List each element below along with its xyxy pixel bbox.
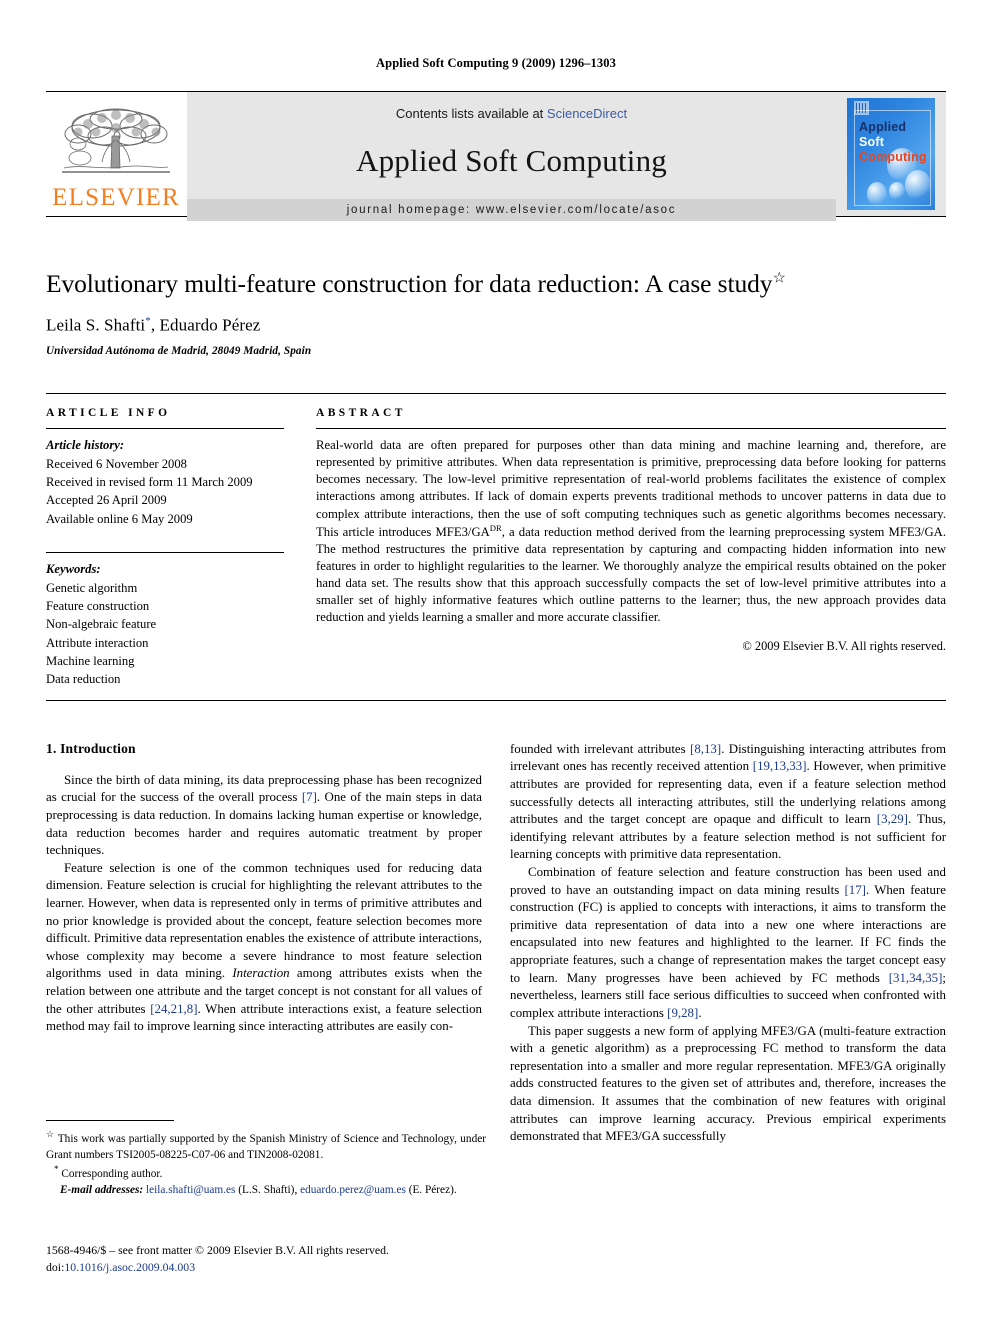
abstract-superscript: DR xyxy=(489,522,502,533)
citation-reference[interactable]: [3,29] xyxy=(877,812,908,826)
keyword-item: Genetic algorithm xyxy=(46,580,138,595)
footnote-emails: E-mail addresses: leila.shafti@uam.es (L… xyxy=(46,1182,486,1198)
paragraph: Since the birth of data mining, its data… xyxy=(46,772,482,860)
citation-reference[interactable]: [8,13] xyxy=(690,742,721,756)
cover-bubble-icon xyxy=(905,170,931,200)
keywords-list: Keywords: Genetic algorithm Feature cons… xyxy=(46,560,284,689)
article-info-label: ARTICLE INFO xyxy=(46,407,171,420)
doi-label: doi: xyxy=(46,1260,65,1275)
citation-reference[interactable]: [17] xyxy=(844,883,865,897)
footnote-grant: ☆ This work was partially supported by t… xyxy=(46,1128,486,1163)
history-item: Received 6 November 2008 xyxy=(46,456,187,471)
footnotes-block: ☆ This work was partially supported by t… xyxy=(46,1120,486,1198)
title-footnote-marker[interactable]: ☆ xyxy=(772,271,785,287)
abstract-paragraph: Real-world data are often prepared for p… xyxy=(316,437,946,626)
article-info-column: ARTICLE INFO Article history: Received 6… xyxy=(46,407,284,689)
page-title: Evolutionary multi-feature construction … xyxy=(46,269,946,300)
email-addresses-label: E-mail addresses: xyxy=(60,1183,144,1196)
text-run: This paper suggests a new form of applyi… xyxy=(510,1023,946,1144)
citation-reference[interactable]: [9,28] xyxy=(667,1006,698,1020)
elsevier-logo: ELSEVIER xyxy=(46,92,186,216)
affiliation: Universidad Autónoma de Madrid, 28049 Ma… xyxy=(46,345,312,358)
imprint-front-matter: 1568-4946/$ – see front matter © 2009 El… xyxy=(46,1243,389,1257)
abstract-body: Real-world data are often prepared for p… xyxy=(316,429,946,655)
masthead-center: Contents lists available at ScienceDirec… xyxy=(186,92,836,221)
running-head: Applied Soft Computing 9 (2009) 1296–130… xyxy=(376,56,616,70)
abstract-column: ABSTRACT Real-world data are often prepa… xyxy=(316,407,946,689)
keyword-item: Feature construction xyxy=(46,598,150,613)
author-list: Leila S. Shafti*, Eduardo Pérez xyxy=(46,315,946,336)
body-column-right: founded with irrelevant attributes [8,13… xyxy=(510,741,946,1146)
article-history: Article history: Received 6 November 200… xyxy=(46,429,284,528)
cover-line-computing: Computing xyxy=(859,149,927,164)
paragraph: founded with irrelevant attributes [8,13… xyxy=(510,741,946,864)
citation-reference[interactable]: [19,13,33] xyxy=(753,759,807,773)
paragraph: This paper suggests a new form of applyi… xyxy=(510,1023,946,1146)
text-run: . When feature construction (FC) is appl… xyxy=(510,882,946,985)
journal-title: Applied Soft Computing xyxy=(356,143,667,178)
email-owner-perez: (E. Pérez). xyxy=(408,1183,457,1196)
title-block: Evolutionary multi-feature construction … xyxy=(46,269,946,357)
author-first: Leila S. Shafti xyxy=(46,315,146,335)
keywords-label: Keywords: xyxy=(46,562,101,577)
paper-title-text: Evolutionary multi-feature construction … xyxy=(46,269,773,298)
cover-bubble-icon xyxy=(889,182,905,200)
text-run: Feature selection is one of the common t… xyxy=(46,860,482,981)
divider xyxy=(46,552,284,554)
section-heading-introduction: 1. Introduction xyxy=(46,740,136,756)
citation-reference[interactable]: [31,34,35] xyxy=(889,971,943,985)
section-divider xyxy=(46,699,946,701)
keywords-block: Keywords: Genetic algorithm Feature cons… xyxy=(46,545,284,689)
contents-prefix-text: Contents lists available at xyxy=(395,106,547,121)
journal-cover-thumbnail[interactable]: Applied Soft Computing xyxy=(847,98,935,210)
body-columns: 1. Introduction Since the birth of data … xyxy=(46,741,946,1146)
email-link-perez[interactable]: eduardo.perez@uam.es xyxy=(300,1184,406,1196)
paragraph: Combination of feature selection and fea… xyxy=(510,864,946,1022)
footnote-corresponding-marker: * xyxy=(54,1163,59,1174)
email-link-shafti[interactable]: leila.shafti@uam.es xyxy=(146,1184,235,1196)
info-abstract-region: ARTICLE INFO Article history: Received 6… xyxy=(46,393,946,701)
contents-available-line: Contents lists available at ScienceDirec… xyxy=(396,106,627,121)
text-run: . xyxy=(698,1005,702,1020)
citation-reference[interactable]: [7] xyxy=(302,790,317,804)
imprint-doi: doi:10.1016/j.asoc.2009.04.003 xyxy=(46,1259,486,1276)
history-item: Accepted 26 April 2009 xyxy=(46,493,167,508)
abstract-part-2: , a data reduction method derived from t… xyxy=(316,524,946,625)
footnote-corresponding-text: Corresponding author. xyxy=(61,1167,163,1180)
emphasis-text: Interaction xyxy=(232,966,290,981)
footnote-corresponding: * Corresponding author. xyxy=(46,1163,486,1182)
abstract-label: ABSTRACT xyxy=(316,407,406,420)
imprint-block: 1568-4946/$ – see front matter © 2009 El… xyxy=(46,1242,486,1276)
article-history-label: Article history: xyxy=(46,438,125,453)
history-item: Available online 6 May 2009 xyxy=(46,511,193,526)
keyword-item: Machine learning xyxy=(46,654,135,668)
keyword-item: Non-algebraic feature xyxy=(46,617,157,632)
abstract-copyright: © 2009 Elsevier B.V. All rights reserved… xyxy=(742,639,946,654)
body-column-left: 1. Introduction Since the birth of data … xyxy=(46,741,482,1146)
email-owner-shafti: (L.S. Shafti), xyxy=(238,1183,298,1196)
citation-reference[interactable]: [24,21,8] xyxy=(150,1002,197,1016)
elsevier-tree-icon xyxy=(62,108,170,173)
journal-cover-wrapper: Applied Soft Computing xyxy=(836,92,946,216)
cover-line-soft: Soft xyxy=(859,134,885,149)
author-rest: , Eduardo Pérez xyxy=(150,315,261,335)
elsevier-wordmark: ELSEVIER xyxy=(52,184,180,211)
cover-line-applied: Applied xyxy=(859,120,907,134)
cover-bubble-icon xyxy=(867,182,887,206)
journal-masthead: ELSEVIER Contents lists available at Sci… xyxy=(46,91,946,221)
footnote-grant-text: This work was partially supported by the… xyxy=(46,1132,486,1161)
keyword-item: Data reduction xyxy=(46,672,121,687)
footnote-rule xyxy=(46,1120,174,1121)
paragraph: Feature selection is one of the common t… xyxy=(46,860,482,1036)
abstract-part-1: Real-world data are often prepared for p… xyxy=(316,438,946,539)
journal-article-page: Applied Soft Computing 9 (2009) 1296–130… xyxy=(0,0,992,1323)
text-run: founded with irrelevant attributes xyxy=(510,741,691,756)
doi-link[interactable]: 10.1016/j.asoc.2009.04.003 xyxy=(64,1260,195,1274)
keyword-item: Attribute interaction xyxy=(46,635,149,650)
cover-title-text: Applied Soft Computing xyxy=(859,120,927,164)
footnote-grant-marker: ☆ xyxy=(46,1129,55,1139)
sciencedirect-link[interactable]: ScienceDirect xyxy=(547,106,627,121)
journal-homepage-bar[interactable]: journal homepage: www.elsevier.com/locat… xyxy=(187,199,836,221)
history-item: Received in revised form 11 March 2009 xyxy=(46,475,253,489)
